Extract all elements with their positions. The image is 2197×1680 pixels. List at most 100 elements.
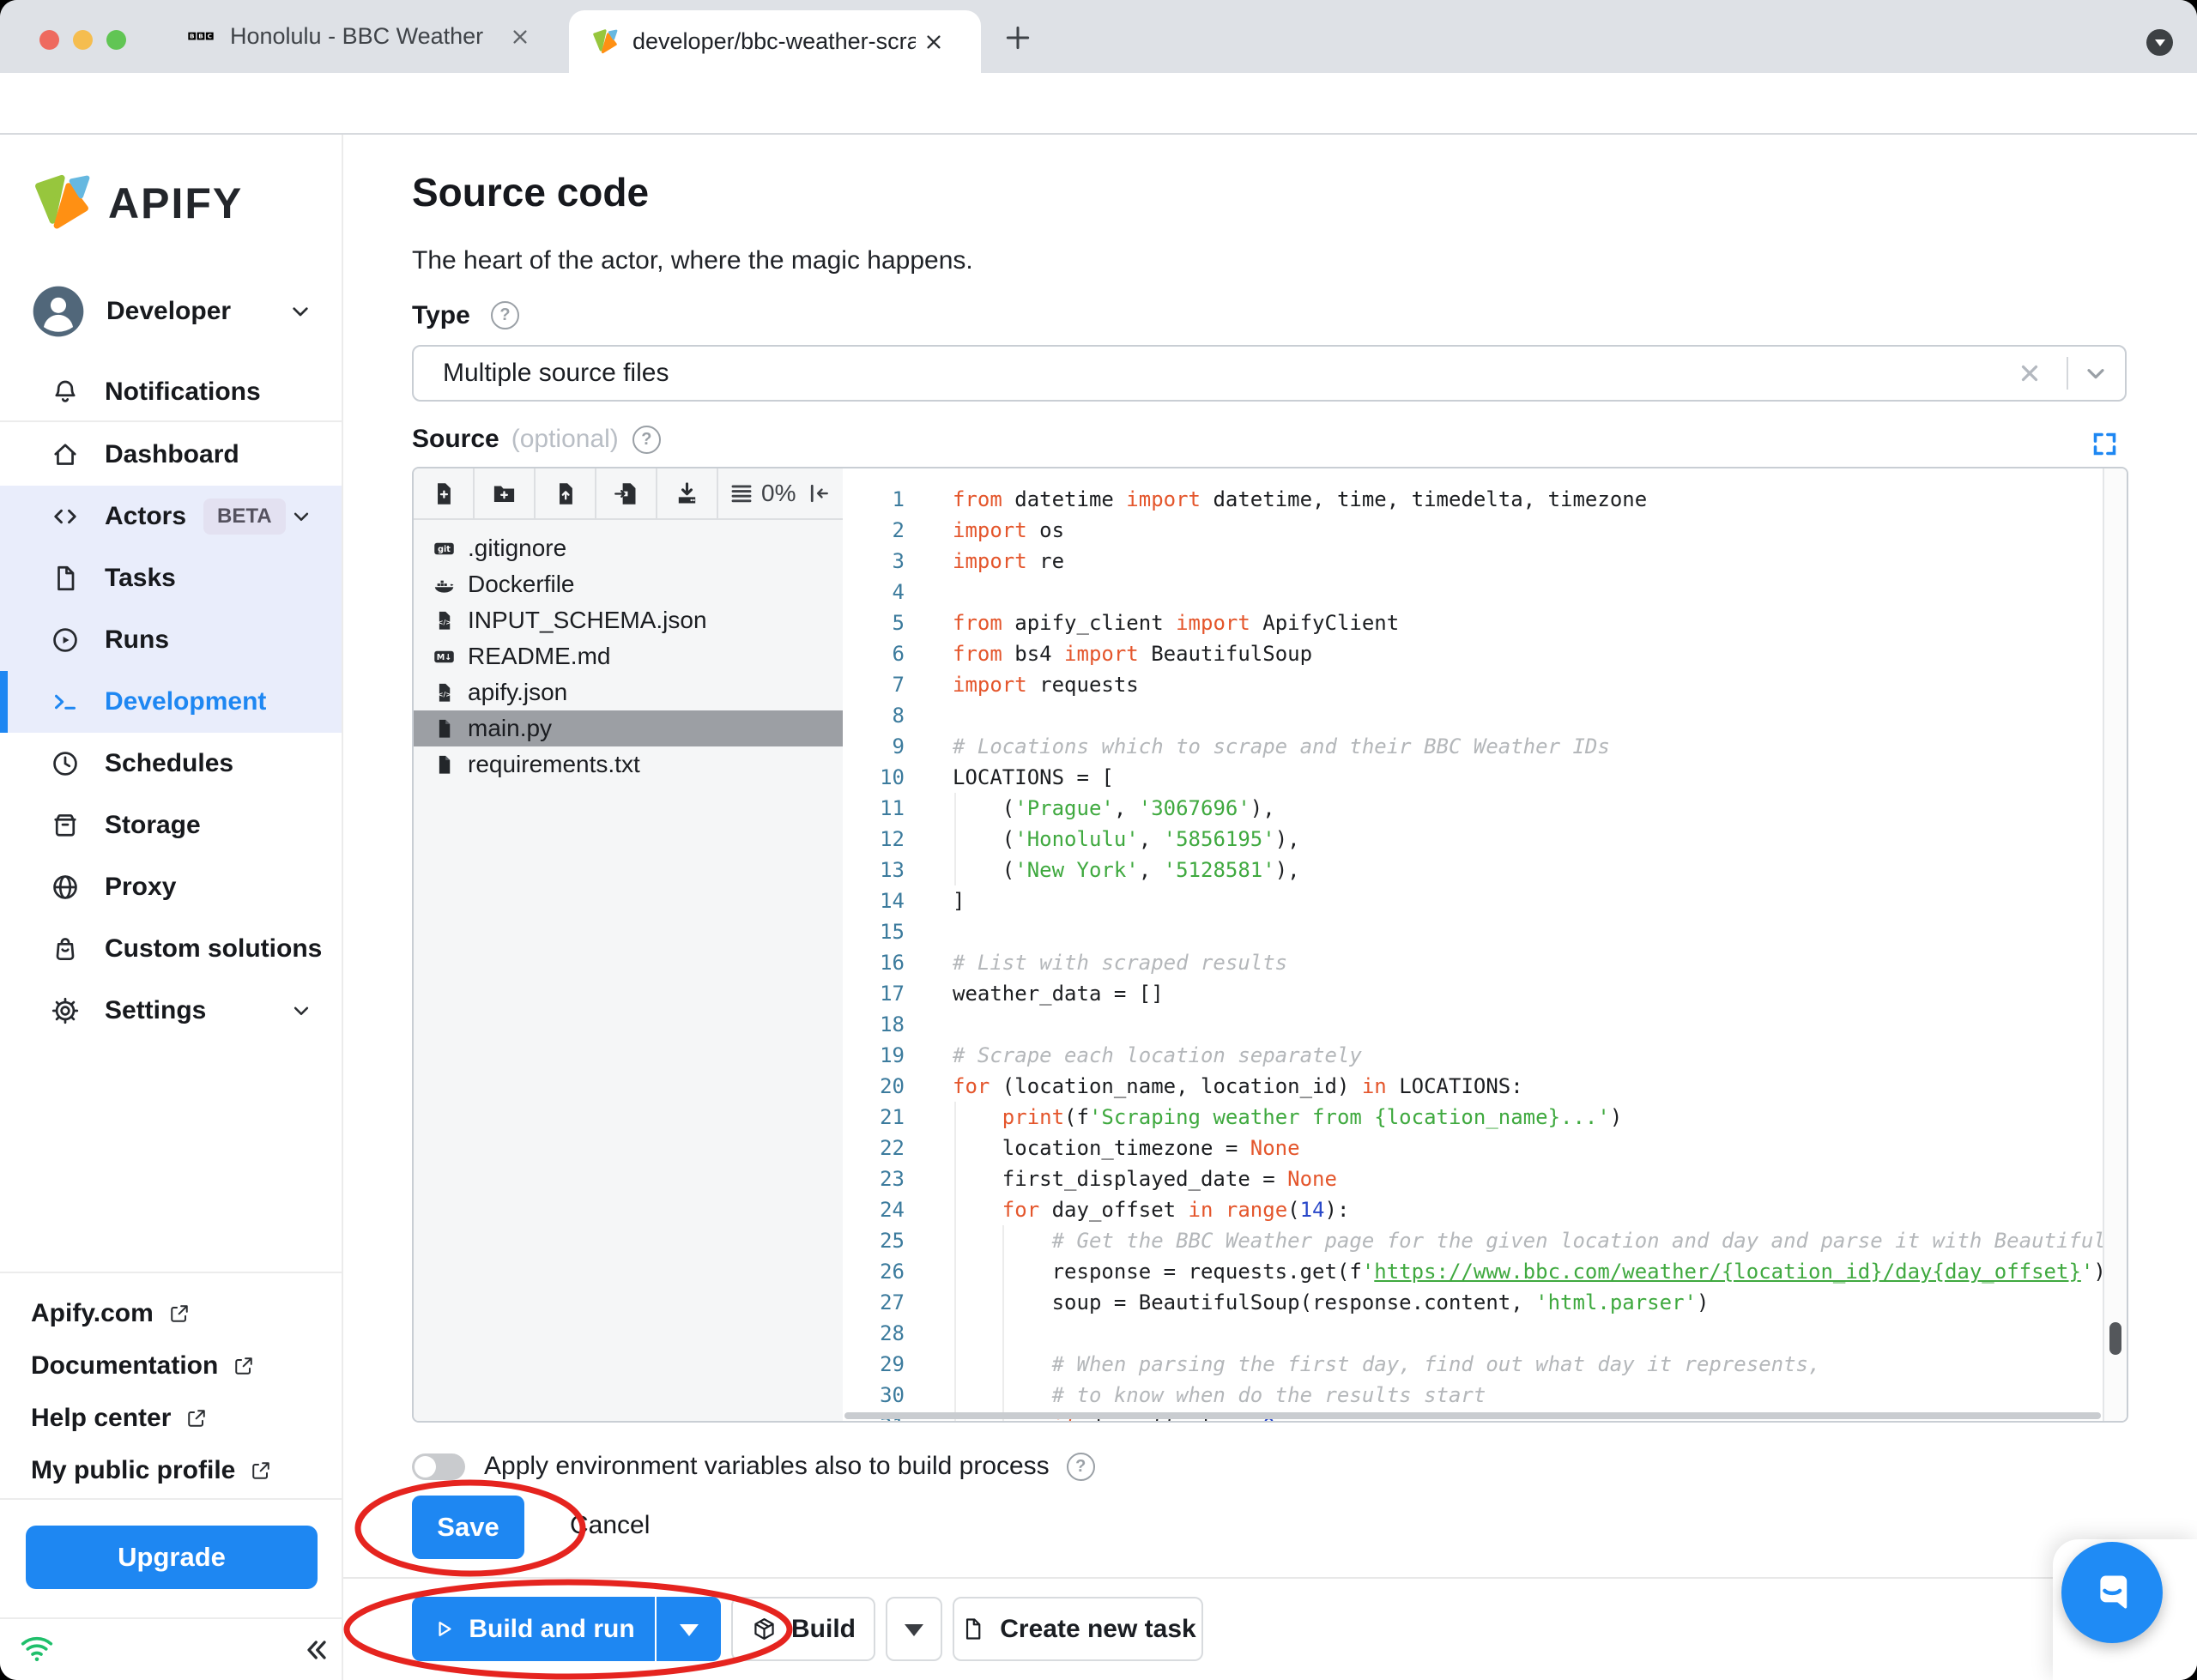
- sidebar-link-apify-com[interactable]: Apify.com: [31, 1292, 191, 1335]
- tab-search-button[interactable]: [2146, 29, 2173, 56]
- zoom-control[interactable]: 0%: [729, 468, 796, 518]
- build-and-run-button[interactable]: Build and run: [412, 1597, 655, 1661]
- new-folder-button[interactable]: [475, 468, 536, 518]
- file-name: INPUT_SCHEMA.json: [468, 607, 707, 633]
- collapse-sidebar-icon[interactable]: [299, 1635, 330, 1665]
- sidebar-item-label: Tasks: [105, 564, 176, 592]
- code-line-8: 8: [843, 700, 2103, 731]
- save-button[interactable]: Save: [412, 1496, 524, 1559]
- upgrade-button[interactable]: Upgrade: [26, 1526, 318, 1589]
- vertical-scrollbar[interactable]: [2103, 468, 2127, 1421]
- sidebar-item-tasks[interactable]: Tasks: [0, 547, 342, 609]
- file-item--gitignore[interactable]: git .gitignore: [414, 530, 843, 566]
- file-item-requirements-txt[interactable]: requirements.txt: [414, 746, 843, 783]
- brand-wordmark: APIFY: [108, 179, 244, 227]
- file-item-README-md[interactable]: M↓ README.md: [414, 638, 843, 674]
- sidebar-item-label: Dashboard: [105, 440, 239, 468]
- svg-text:B: B: [198, 32, 203, 39]
- help-icon[interactable]: ?: [1066, 1452, 1095, 1481]
- new-file-button[interactable]: [414, 468, 475, 518]
- file-item-INPUT-SCHEMA-json[interactable]: </> INPUT_SCHEMA.json: [414, 602, 843, 638]
- import-file-button[interactable]: [596, 468, 657, 518]
- traffic-light-minimize[interactable]: [73, 30, 93, 50]
- collapse-panel-icon[interactable]: [807, 468, 832, 518]
- env-vars-toggle[interactable]: [412, 1453, 465, 1480]
- sidebar-item-custom-solutions[interactable]: Custom solutions: [0, 918, 342, 980]
- sidebar-item-label: Schedules: [105, 749, 234, 777]
- line-number: 3: [892, 549, 905, 573]
- file-item-main-py[interactable]: main.py: [414, 710, 843, 746]
- source-optional-label: (optional): [511, 425, 619, 453]
- file-name: requirements.txt: [468, 751, 640, 777]
- sidebar-item-settings[interactable]: Settings: [0, 980, 342, 1042]
- sidebar-item-label: Notifications: [105, 378, 261, 406]
- chat-bubble-button[interactable]: [2061, 1542, 2163, 1643]
- code-line-4: 4: [843, 577, 2103, 607]
- tab-title: developer/bbc-weather-scrape: [632, 28, 916, 54]
- sidebar-item-proxy[interactable]: Proxy: [0, 856, 342, 918]
- sidebar-item-schedules[interactable]: Schedules: [0, 733, 342, 795]
- chevron-down-icon: [288, 998, 314, 1024]
- horizontal-scrollbar[interactable]: [843, 1410, 2103, 1421]
- type-select[interactable]: Multiple source files: [412, 345, 2127, 402]
- sidebar-item-actors[interactable]: Actors BETA: [0, 486, 342, 547]
- play-circle-icon: [50, 625, 81, 656]
- line-number: 11: [880, 796, 905, 820]
- code-line-5: 5 from apify_client import ApifyClient: [843, 607, 2103, 638]
- divider: [0, 1498, 342, 1500]
- build-and-run-dropdown[interactable]: [657, 1597, 721, 1661]
- traffic-light-close[interactable]: [39, 30, 59, 50]
- chevron-down-icon[interactable]: [2082, 360, 2109, 387]
- globe-icon: [50, 872, 81, 903]
- line-number: 24: [880, 1198, 905, 1222]
- external-link-icon: [167, 1302, 191, 1326]
- list-icon: [731, 485, 752, 503]
- traffic-light-zoom[interactable]: [106, 30, 126, 50]
- bell-icon: [50, 377, 81, 408]
- beta-badge: BETA: [203, 499, 286, 535]
- sidebar-link-my-public-profile[interactable]: My public profile: [31, 1449, 273, 1492]
- line-number: 2: [892, 518, 905, 542]
- line-number: 7: [892, 673, 905, 697]
- tab-apify-console[interactable]: developer/bbc-weather-scrape: [569, 10, 981, 73]
- create-new-task-button[interactable]: Create new task: [953, 1597, 1203, 1661]
- gear-icon: [50, 995, 81, 1026]
- cancel-button[interactable]: Cancel: [570, 1511, 650, 1540]
- sidebar-item-notifications[interactable]: Notifications: [0, 361, 342, 423]
- code-editor[interactable]: 1 from datetime import datetime, time, ti…: [843, 468, 2103, 1421]
- sidebar-link-help-center[interactable]: Help center: [31, 1397, 209, 1440]
- file-item-apify-json[interactable]: </> apify.json: [414, 674, 843, 710]
- tab-close-icon[interactable]: [507, 24, 533, 50]
- file-name: README.md: [468, 643, 611, 669]
- help-icon[interactable]: ?: [491, 301, 519, 329]
- sidebar-item-label: Actors: [105, 502, 187, 530]
- account-switcher[interactable]: Developer: [0, 277, 342, 346]
- line-number: 17: [880, 982, 905, 1006]
- download-file-button[interactable]: [657, 468, 718, 518]
- fullscreen-icon[interactable]: [2091, 430, 2119, 458]
- play-icon: [439, 1622, 451, 1636]
- sidebar-item-dashboard[interactable]: Dashboard: [0, 424, 342, 486]
- scroll-thumb[interactable]: [2109, 1322, 2121, 1355]
- line-number: 14: [880, 889, 905, 913]
- main-content: Source code The heart of the actor, wher…: [343, 135, 2197, 1680]
- clear-icon[interactable]: [2017, 360, 2043, 386]
- build-dropdown[interactable]: [886, 1597, 942, 1661]
- tab-bbc-weather[interactable]: BBC Honolulu - BBC Weather: [163, 0, 562, 73]
- code-line-2: 2 import os: [843, 515, 2103, 546]
- sidebar-item-runs[interactable]: Runs: [0, 609, 342, 671]
- caret-down-icon: [2154, 39, 2165, 51]
- tab-close-icon[interactable]: [921, 29, 947, 55]
- new-tab-button[interactable]: [1001, 21, 1035, 55]
- build-button[interactable]: Build: [731, 1597, 875, 1661]
- help-icon[interactable]: ?: [632, 425, 661, 454]
- apify-logo[interactable]: APIFY: [31, 172, 243, 234]
- sidebar-item-label: Custom solutions: [105, 934, 323, 963]
- upload-file-button[interactable]: [536, 468, 596, 518]
- sidebar-item-storage[interactable]: Storage: [0, 795, 342, 856]
- sidebar-item-development[interactable]: Development: [0, 671, 342, 733]
- source-editor: 0% git .gitignore Dockerfile </> INPUT_SCHEM…: [412, 467, 2128, 1423]
- scroll-thumb[interactable]: [844, 1412, 2101, 1419]
- sidebar-link-documentation[interactable]: Documentation: [31, 1345, 256, 1387]
- file-item-Dockerfile[interactable]: Dockerfile: [414, 566, 843, 602]
